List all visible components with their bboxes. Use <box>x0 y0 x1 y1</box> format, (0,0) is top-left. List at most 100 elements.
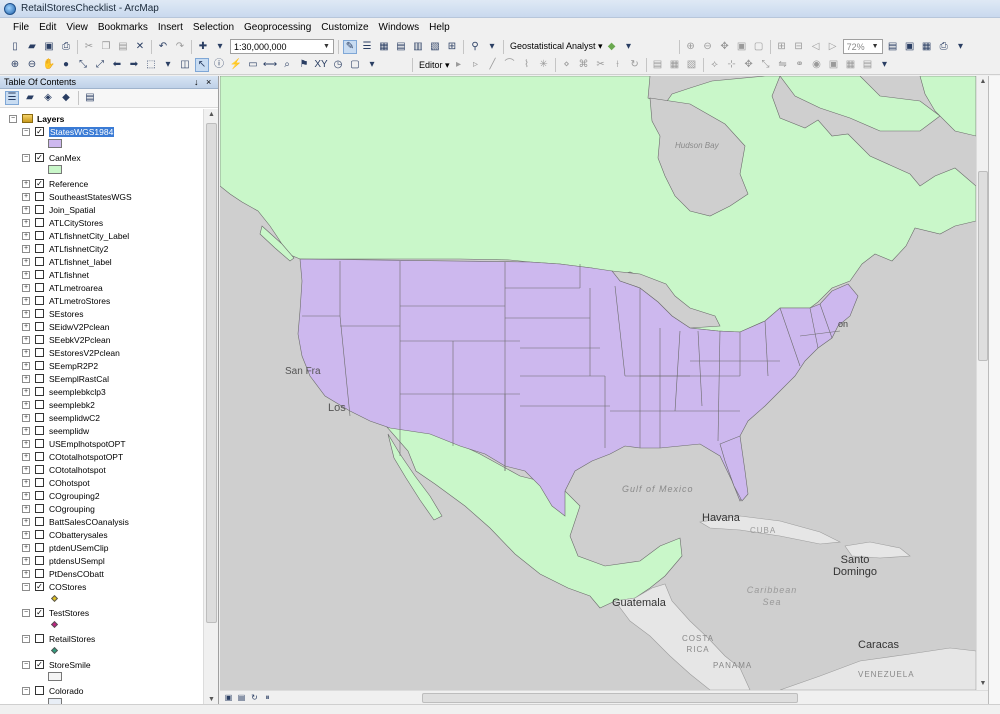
find-icon[interactable]: ⌕ <box>280 58 294 72</box>
toc-scroll-thumb[interactable] <box>206 123 217 623</box>
layer-row[interactable]: + BattSalesCOanalysis <box>22 515 129 528</box>
layer-name[interactable]: Reference <box>49 179 88 189</box>
layer-name[interactable]: ATLfishnet <box>49 270 89 280</box>
toolbar-options-icon[interactable]: ▾ <box>954 40 968 54</box>
layout-zoom-in-icon[interactable]: ⊕ <box>684 40 698 54</box>
menu-selection[interactable]: Selection <box>188 18 239 37</box>
layer-icon[interactable]: ▣ <box>827 58 841 72</box>
layer-visibility-checkbox[interactable] <box>35 452 44 461</box>
expand-icon[interactable]: + <box>22 374 30 383</box>
layer-name[interactable]: Join_Spatial <box>49 205 95 215</box>
layer-visibility-checkbox[interactable]: ✓ <box>35 608 44 617</box>
open-icon[interactable]: ▰ <box>25 40 39 54</box>
toolbar-options-icon[interactable]: ▾ <box>485 40 499 54</box>
expand-icon[interactable]: + <box>22 465 30 474</box>
expand-icon[interactable]: + <box>22 192 30 201</box>
catalog-icon[interactable]: ▦ <box>377 40 391 54</box>
trace-icon[interactable]: ⌇ <box>520 58 534 72</box>
layer-symbol[interactable] <box>48 139 62 148</box>
layer-row[interactable]: − ✓ CanMex <box>22 151 81 164</box>
toolbar-options-icon[interactable]: ▾ <box>878 58 892 72</box>
expand-icon[interactable]: + <box>22 439 30 448</box>
expand-icon[interactable]: + <box>22 296 30 305</box>
layer-visibility-checkbox[interactable] <box>35 465 44 474</box>
layer-name[interactable]: COgrouping2 <box>49 491 100 501</box>
split-tool-icon[interactable]: ⟊ <box>611 58 625 72</box>
fixed-zoom-out-icon[interactable]: ⤢ <box>93 58 107 72</box>
collapse-icon[interactable]: − <box>22 686 30 695</box>
edit-annotation-icon[interactable]: ▹ <box>469 58 483 72</box>
layer-row[interactable]: + SEemplRastCal <box>22 372 109 385</box>
layer-visibility-checkbox[interactable] <box>35 543 44 552</box>
map-hscroll-thumb[interactable] <box>422 693 798 703</box>
layers-root-row[interactable]: − Layers <box>9 112 64 125</box>
fixed-zoom-out-icon[interactable]: ⊟ <box>792 40 806 54</box>
straight-segment-icon[interactable]: ╱ <box>486 58 500 72</box>
zoom-100-icon[interactable]: ▢ <box>752 40 766 54</box>
collapse-icon[interactable]: − <box>9 114 17 123</box>
layer-visibility-checkbox[interactable] <box>35 634 44 643</box>
expand-icon[interactable]: + <box>22 413 30 422</box>
toolbar-options-icon[interactable]: ▾ <box>622 40 636 54</box>
attributes-icon[interactable]: ▤ <box>651 58 665 72</box>
toolbar-options-icon[interactable]: ▾ <box>365 58 379 72</box>
layer-visibility-checkbox[interactable] <box>35 478 44 487</box>
pin-icon[interactable]: ↓ <box>194 76 199 89</box>
expand-icon[interactable]: + <box>22 335 30 344</box>
layer-row[interactable]: + seemplidwC2 <box>22 411 100 424</box>
clear-selection-icon[interactable]: ◫ <box>178 58 192 72</box>
layer-name[interactable]: RetailStores <box>49 634 95 644</box>
layout-pan-icon[interactable]: ✥ <box>718 40 732 54</box>
menu-windows[interactable]: Windows <box>374 18 425 37</box>
toggle-draft-mode-icon[interactable]: ▤ <box>886 40 900 54</box>
collapse-icon[interactable]: − <box>22 660 30 669</box>
layer-visibility-checkbox[interactable] <box>35 569 44 578</box>
find-route-icon[interactable]: ⚑ <box>297 58 311 72</box>
refresh-icon[interactable]: ↻ <box>249 692 260 703</box>
zoom-out-icon[interactable]: ⊖ <box>25 58 39 72</box>
go-forward-icon[interactable]: ➡ <box>127 58 141 72</box>
move-icon[interactable]: ✥ <box>742 58 756 72</box>
layer-name[interactable]: ATLmetroarea <box>49 283 103 293</box>
layer-name[interactable]: SoutheastStatesWGS <box>49 192 132 202</box>
toc-scrollbar[interactable]: ▲ ▼ <box>203 109 218 706</box>
arctoolbox-icon[interactable]: ▥ <box>411 40 425 54</box>
layer-visibility-checkbox[interactable] <box>35 504 44 513</box>
layer-name[interactable]: seemplidw <box>49 426 89 436</box>
layer-name[interactable]: SEebkV2Pclean <box>49 335 110 345</box>
focus-data-frame-icon[interactable]: ▣ <box>903 40 917 54</box>
layer-visibility-checkbox[interactable] <box>35 205 44 214</box>
layer-name[interactable]: TestStores <box>49 608 89 618</box>
geostat-wizard-icon[interactable]: ◆ <box>605 40 619 54</box>
layer-row[interactable]: + SEstores <box>22 307 84 320</box>
menu-help[interactable]: Help <box>424 18 455 37</box>
layer-row[interactable]: + ATLfishnet <box>22 268 89 281</box>
layer-row[interactable]: + SEempR2P2 <box>22 359 98 372</box>
layer-row[interactable]: + ATLfishnetCity2 <box>22 242 108 255</box>
layer-name[interactable]: ptdenUSemClip <box>49 543 109 553</box>
menu-view[interactable]: View <box>61 18 93 37</box>
layer-name[interactable]: SEempR2P2 <box>49 361 98 371</box>
layer-row[interactable]: + SEebkV2Pclean <box>22 333 110 346</box>
layer-name[interactable]: ptdensUSempl <box>49 556 105 566</box>
list-by-drawing-order-icon[interactable]: ☰ <box>5 91 19 105</box>
layer-name[interactable]: ATLCityStores <box>49 218 103 228</box>
layer-symbol[interactable] <box>50 620 59 629</box>
map-horizontal-scrollbar[interactable]: ▣ ▤ ↻ ⏸ <box>220 690 988 704</box>
layer-row[interactable]: + seemplebkclp3 <box>22 385 106 398</box>
scroll-up-icon[interactable]: ▲ <box>204 109 219 121</box>
layer-visibility-checkbox[interactable] <box>35 374 44 383</box>
flip-icon[interactable]: ⇋ <box>776 58 790 72</box>
identify-icon[interactable]: ⓘ <box>212 58 226 72</box>
layer-row[interactable]: + COhotspot <box>22 476 90 489</box>
html-popup-icon[interactable]: ▭ <box>246 58 260 72</box>
expand-icon[interactable]: + <box>22 348 30 357</box>
table-of-contents-icon[interactable]: ☰ <box>360 40 374 54</box>
list-by-source-icon[interactable]: ▰ <box>23 91 37 105</box>
layer-row[interactable]: + seemplidw <box>22 424 89 437</box>
layer-name[interactable]: USEmplhotspotOPT <box>49 439 126 449</box>
layer-visibility-checkbox[interactable] <box>35 517 44 526</box>
layer-name[interactable]: COStores <box>49 582 86 592</box>
layer-row[interactable]: + seemplebk2 <box>22 398 95 411</box>
topology-edit-icon[interactable]: ⟡ <box>708 58 722 72</box>
